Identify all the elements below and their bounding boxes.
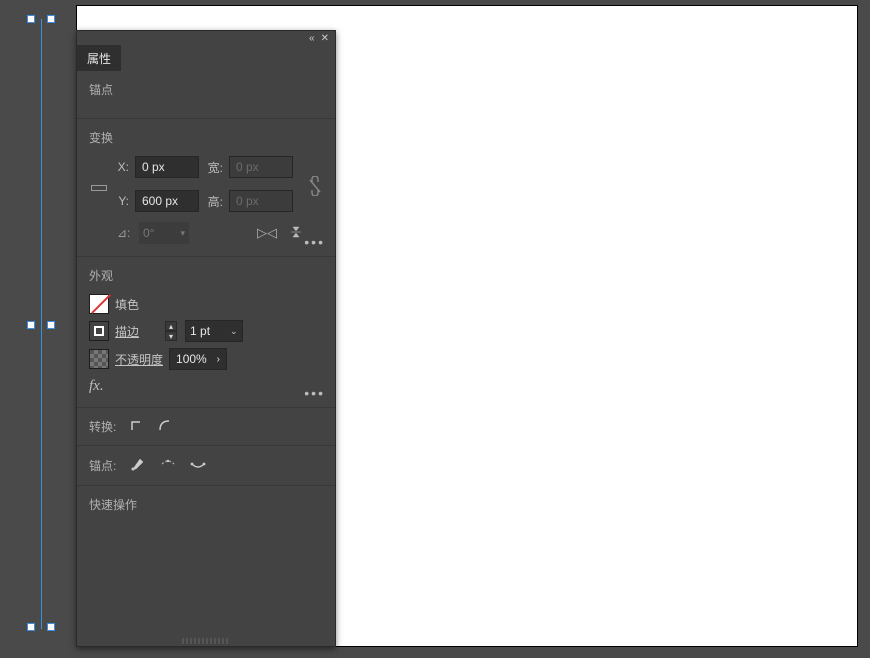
opacity-label[interactable]: 不透明度 <box>115 351 163 368</box>
section-appearance: 外观 填色 描边 ▴ ▾ 1 pt ⌄ 不透明度 100% › <box>77 257 335 408</box>
h-input[interactable] <box>229 190 293 212</box>
selection-handle-mid-left[interactable] <box>27 321 35 329</box>
selection-path[interactable] <box>41 19 42 629</box>
angle-value: 0° <box>143 226 154 240</box>
chevron-right-icon: › <box>217 354 220 365</box>
selection-handle-bottom-right[interactable] <box>47 623 55 631</box>
w-label: 宽: <box>205 159 223 176</box>
x-label: X: <box>111 160 129 174</box>
stroke-label[interactable]: 描边 <box>115 323 139 340</box>
selection-handle-top-right[interactable] <box>47 15 55 23</box>
collapse-icon[interactable]: « <box>309 33 315 44</box>
w-input[interactable] <box>229 156 293 178</box>
panel-titlebar: « ✕ <box>77 31 335 45</box>
transform-title: 变换 <box>89 129 323 146</box>
stroke-swatch[interactable] <box>89 321 109 341</box>
y-input[interactable] <box>135 190 199 212</box>
fill-swatch[interactable] <box>89 294 109 314</box>
angle-dropdown[interactable]: 0° ▾ <box>139 222 189 244</box>
appearance-more-icon[interactable]: ••• <box>304 385 325 401</box>
stroke-weight-value: 1 pt <box>190 324 228 338</box>
cut-path-icon[interactable] <box>160 456 176 475</box>
selection-handle-mid-right[interactable] <box>47 321 55 329</box>
opacity-swatch[interactable] <box>89 349 109 369</box>
row-anchor-tools: 锚点: <box>77 446 335 486</box>
quick-actions-title: 快速操作 <box>89 498 137 512</box>
tab-properties[interactable]: 属性 <box>77 45 121 71</box>
panel-tabs: 属性 <box>77 45 335 71</box>
convert-corner-icon[interactable] <box>130 418 144 435</box>
flip-horizontal-icon[interactable]: ▷◁ <box>257 225 277 242</box>
chevron-down-icon: ▾ <box>180 228 185 239</box>
x-input[interactable] <box>135 156 199 178</box>
section-anchor-type: 锚点 <box>77 71 335 119</box>
anchor-type-label: 锚点 <box>89 81 323 98</box>
section-quick-actions: 快速操作 <box>77 486 335 523</box>
convert-label: 转换: <box>89 418 116 435</box>
row-convert: 转换: <box>77 408 335 446</box>
transform-more-icon[interactable]: ••• <box>304 234 325 250</box>
panel-resize-grip[interactable] <box>182 638 230 644</box>
h-label: 高: <box>205 193 223 210</box>
anchor-tools-label: 锚点: <box>89 457 116 474</box>
fill-label: 填色 <box>115 296 139 313</box>
selection-handle-bottom-left[interactable] <box>27 623 35 631</box>
pen-remove-icon[interactable] <box>130 456 146 475</box>
flip-vertical-icon[interactable] <box>289 225 303 242</box>
link-wh-icon[interactable] <box>307 176 323 199</box>
stroke-stepper[interactable]: ▴ ▾ <box>165 321 177 341</box>
connect-path-icon[interactable] <box>190 456 206 475</box>
chevron-down-icon: ⌄ <box>230 326 238 337</box>
angle-icon: ⊿: <box>117 226 133 240</box>
appearance-title: 外观 <box>89 267 323 284</box>
opacity-input[interactable]: 100% › <box>169 348 227 370</box>
selection-handle-top-left[interactable] <box>27 15 35 23</box>
stepper-down-icon[interactable]: ▾ <box>165 331 177 341</box>
stepper-up-icon[interactable]: ▴ <box>165 321 177 331</box>
reference-point-selector[interactable] <box>89 178 101 196</box>
properties-panel: « ✕ 属性 锚点 变换 X: 宽: Y: 高: <box>76 30 336 647</box>
convert-smooth-icon[interactable] <box>158 418 172 435</box>
close-icon[interactable]: ✕ <box>321 33 329 44</box>
section-transform: 变换 X: 宽: Y: 高: <box>77 119 335 257</box>
opacity-value: 100% <box>176 352 207 366</box>
stroke-weight-input[interactable]: 1 pt ⌄ <box>185 320 243 342</box>
y-label: Y: <box>111 194 129 208</box>
fx-button[interactable]: fx. <box>89 378 323 395</box>
